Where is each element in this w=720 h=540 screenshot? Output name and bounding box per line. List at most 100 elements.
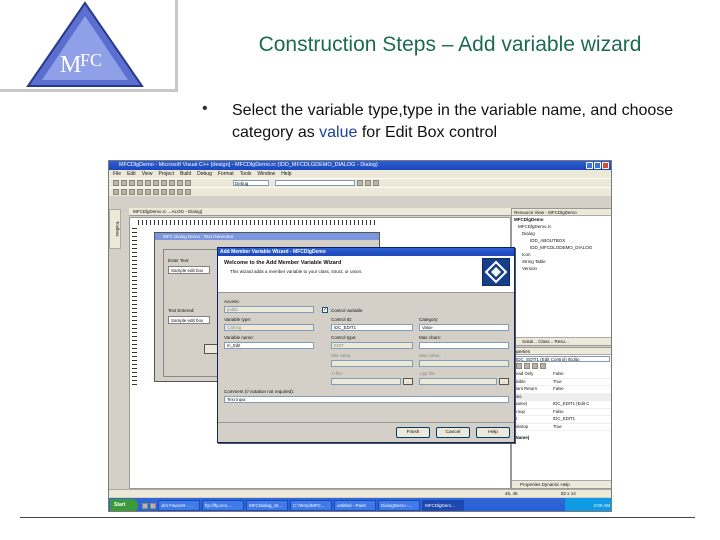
config-combo[interactable]: Debug	[233, 180, 269, 186]
menu-view[interactable]: View	[142, 170, 153, 178]
maximize-icon[interactable]	[594, 162, 601, 169]
min-value-input[interactable]	[331, 360, 413, 367]
taskbar-item[interactable]: C:\Temp\MFC...	[290, 500, 332, 511]
variable-type-select[interactable]: CString	[224, 324, 314, 331]
align-left-icon[interactable]	[113, 189, 119, 195]
tree-item[interactable]: IDD_ABOUTBOX	[512, 237, 611, 244]
align-middle-icon[interactable]	[145, 189, 151, 195]
cpp-file-browse-button[interactable]: ...	[499, 378, 509, 385]
menu-format[interactable]: Format	[218, 170, 234, 178]
tree-item[interactable]: String Table	[512, 258, 611, 265]
document-tab[interactable]: MFCDlgDemo.rc ...ALOG - Dialog)	[129, 208, 511, 216]
h-file-browse-button[interactable]: ...	[403, 378, 413, 385]
taskbar-item[interactable]: ftp://ftp.ecs....	[202, 500, 244, 511]
text-entered-edit[interactable]: Sample edit box	[168, 316, 210, 324]
comment-label: Comment (// notation not required):	[224, 389, 295, 394]
properties-object-combo[interactable]: IDC_EDIT1 (Edit Control) IEdito	[514, 356, 610, 362]
menu-window[interactable]: Window	[257, 170, 275, 178]
align-center-icon[interactable]	[121, 189, 127, 195]
table-row[interactable]: Misc	[512, 393, 611, 401]
max-chars-input[interactable]	[419, 342, 509, 349]
menu-file[interactable]: File	[113, 170, 121, 178]
quick-launch-icon[interactable]	[150, 502, 156, 509]
redo-icon[interactable]	[177, 180, 183, 186]
variable-name-input[interactable]: m_Edit	[224, 342, 314, 349]
h-file-input[interactable]	[331, 378, 401, 385]
make-same-height-icon[interactable]	[169, 189, 175, 195]
access-select[interactable]: public	[224, 306, 314, 313]
taskbar-item[interactable]: Jim Fawcett - ...	[158, 500, 200, 511]
enter-text-edit[interactable]: Sample edit box	[168, 266, 210, 274]
comment-input[interactable]: Text Input	[224, 396, 509, 403]
minimize-icon[interactable]	[586, 162, 593, 169]
tree-item[interactable]: Version	[512, 265, 611, 272]
copy-icon[interactable]	[153, 180, 159, 186]
cancel-button[interactable]: Cancel	[436, 427, 470, 438]
open-icon[interactable]	[121, 180, 127, 186]
tree-item[interactable]: Dialog	[512, 230, 611, 237]
events-icon[interactable]	[540, 363, 546, 369]
find-icon[interactable]	[357, 180, 363, 186]
properties-icon[interactable]	[373, 180, 379, 186]
menu-tools[interactable]: Tools	[240, 170, 252, 178]
align-top-icon[interactable]	[137, 189, 143, 195]
menu-project[interactable]: Project	[158, 170, 174, 178]
close-icon[interactable]	[602, 162, 609, 169]
new-file-icon[interactable]	[113, 180, 119, 186]
table-row[interactable]: Tabstop True	[512, 423, 611, 431]
taskbar-item[interactable]: untitled - Paint	[334, 500, 376, 511]
system-tray-clock[interactable]: 2:00 AM	[565, 498, 611, 511]
control-id-select[interactable]: IDC_EDIT1	[331, 324, 413, 331]
undo-icon[interactable]	[169, 180, 175, 186]
table-row[interactable]: Want Return False	[512, 385, 611, 394]
control-variable-checkbox[interactable]: ✓	[322, 307, 328, 313]
align-bottom-icon[interactable]	[153, 189, 159, 195]
menu-build[interactable]: Build	[180, 170, 191, 178]
start-debug-icon[interactable]	[185, 180, 191, 186]
wizard-header: Welcome to the Add Member Variable Wizar…	[218, 256, 514, 293]
table-row[interactable]: ID IDC_EDIT1	[512, 415, 611, 424]
menu-edit[interactable]: Edit	[127, 170, 136, 178]
toolbox-tab[interactable]: Toolbox	[109, 209, 121, 249]
menu-help[interactable]: Help	[281, 170, 291, 178]
find-combo[interactable]	[275, 180, 355, 186]
table-row[interactable]: Read Only False	[512, 371, 611, 379]
taskbar-item[interactable]: DialogDemo -...	[378, 500, 420, 511]
table-row[interactable]: Group False	[512, 408, 611, 416]
solution-explorer-icon[interactable]	[365, 180, 371, 186]
cut-icon[interactable]	[145, 180, 151, 186]
table-row[interactable]: Visible True	[512, 378, 611, 386]
tree-item[interactable]: MFCDlgDemo	[512, 216, 611, 223]
make-same-size-icon[interactable]	[177, 189, 183, 195]
paste-icon[interactable]	[161, 180, 167, 186]
resource-view-tabs[interactable]: Soluti... Class... Reso...	[512, 337, 611, 345]
align-right-icon[interactable]	[129, 189, 135, 195]
make-same-width-icon[interactable]	[161, 189, 167, 195]
taskbar-item[interactable]: MFCDialog_St...	[246, 500, 288, 511]
finish-button[interactable]: Finish	[396, 427, 430, 438]
menu-debug[interactable]: Debug	[197, 170, 212, 178]
cpp-file-input[interactable]	[419, 378, 497, 385]
categorized-icon[interactable]	[516, 363, 522, 369]
tree-item[interactable]: Icon	[512, 251, 611, 258]
category-label: Category:	[419, 317, 439, 322]
tree-item[interactable]: IDD_MFCDLGDEMO_DIALOG	[512, 244, 611, 251]
start-button[interactable]: Start	[110, 499, 138, 511]
table-row[interactable]: (Name) IDC_EDIT1 (Edit C	[512, 400, 611, 409]
save-icon[interactable]	[129, 180, 135, 186]
logo-fc: FC	[80, 50, 102, 70]
tree-item[interactable]: MFCDlgDemo.rc	[512, 223, 611, 230]
help-button[interactable]: Help	[476, 427, 510, 438]
quick-launch-icon[interactable]	[142, 502, 148, 509]
max-value-input[interactable]	[419, 360, 509, 367]
taskbar-item[interactable]: MFCDlgDem...	[422, 500, 464, 511]
save-all-icon[interactable]	[137, 180, 143, 186]
test-dialog-icon[interactable]	[185, 189, 191, 195]
logo-m: M	[60, 52, 81, 78]
properties-icon[interactable]	[532, 363, 538, 369]
category-select[interactable]: Value	[419, 324, 509, 331]
alphabetical-icon[interactable]	[524, 363, 530, 369]
properties-tabs[interactable]: Properties Dynamic Help	[512, 480, 611, 488]
resource-view-panel: Resource View - MFCDlgDemo MFCDlgDemo MF…	[511, 208, 611, 346]
resource-view-header: Resource View - MFCDlgDemo	[512, 209, 611, 216]
